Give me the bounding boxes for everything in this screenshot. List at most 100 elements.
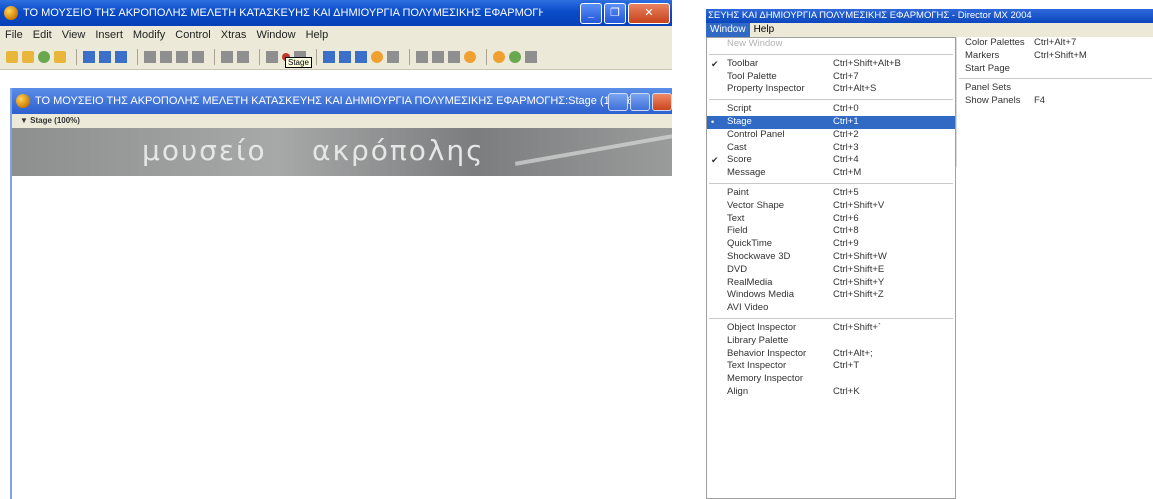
menu-item-shortcut: Ctrl+T (833, 360, 860, 372)
close-icon[interactable]: ✕ (628, 3, 670, 24)
menu-item-text[interactable]: Text Ctrl+6 (707, 213, 955, 226)
menu-item-shortcut: Ctrl+8 (833, 225, 859, 237)
stage-minimize-icon[interactable] (608, 93, 628, 111)
script-icon[interactable] (416, 50, 428, 63)
director-main-window: ΤΟ ΜΟΥΣΕΙΟ ΤΗΣ ΑΚΡΟΠΟΛΗΣ ΜΕΛΕΤΗ ΚΑΤΑΣΚΕΥ… (0, 0, 672, 499)
menu-item-stage[interactable]: • Stage Ctrl+1 (707, 115, 955, 129)
menu-item-shortcut: Ctrl+Alt+S (833, 83, 877, 95)
menu-window[interactable]: Window (706, 23, 750, 37)
menu-insert[interactable]: Insert (90, 29, 128, 41)
menu-item-label: Cast (727, 141, 747, 153)
menu-item-property-inspector[interactable]: Property Inspector Ctrl+Alt+S (707, 83, 955, 96)
menu-help[interactable]: Help (750, 23, 779, 37)
toolbar-separator (409, 48, 410, 65)
stage-panel-tab[interactable]: ▼ Stage (100%) (12, 114, 672, 128)
menu-item-markers[interactable]: Markers Ctrl+Shift+M (957, 50, 1153, 63)
minimize-icon[interactable]: _ (580, 3, 602, 24)
menu-item-message[interactable]: Message Ctrl+M (707, 167, 955, 180)
menu-item-label: Shockwave 3D (727, 250, 791, 262)
message-icon[interactable] (432, 50, 444, 63)
rewind-icon[interactable] (266, 50, 278, 63)
menu-item-panel-sets[interactable]: Panel Sets (957, 82, 1153, 95)
exchange-cast-icon[interactable] (237, 50, 249, 63)
stage-close-icon[interactable] (652, 93, 672, 111)
stage-title-bar[interactable]: ΤΟ ΜΟΥΣΕΙΟ ΤΗΣ ΑΚΡΟΠΟΛΗΣ ΜΕΛΕΤΗ ΚΑΤΑΣΚΕΥ… (12, 88, 672, 114)
property-inspector-icon[interactable] (387, 50, 399, 63)
menu-item-start-page[interactable]: Start Page (957, 63, 1153, 76)
undo-icon[interactable] (144, 50, 156, 63)
new-cast-icon[interactable] (22, 50, 34, 63)
menu-modify[interactable]: Modify (128, 29, 170, 41)
score-window-icon[interactable] (355, 50, 367, 63)
menu-item-vector-shape[interactable]: Vector Shape Ctrl+Shift+V (707, 200, 955, 213)
menu-item-dvd[interactable]: DVD Ctrl+Shift+E (707, 264, 955, 277)
menu-item-tool-palette[interactable]: Tool Palette Ctrl+7 (707, 71, 955, 84)
window-controls: _ ❐ ✕ (580, 3, 670, 24)
menu-help[interactable]: Help (301, 29, 334, 41)
save-icon[interactable] (83, 50, 95, 63)
menu-item-quicktime[interactable]: QuickTime Ctrl+9 (707, 238, 955, 251)
help-icon[interactable] (493, 50, 505, 63)
menu-window[interactable]: Window (251, 29, 300, 41)
menu-item-avi-video[interactable]: AVI Video (707, 302, 955, 315)
menu-item-text-inspector[interactable]: Text Inspector Ctrl+T (707, 360, 955, 373)
open-icon[interactable] (38, 50, 50, 63)
menu-item-library-palette[interactable]: Library Palette (707, 335, 955, 348)
find-icon[interactable] (221, 50, 233, 63)
menu-item-realmedia[interactable]: RealMedia Ctrl+Shift+Y (707, 277, 955, 290)
library-icon[interactable] (371, 50, 383, 63)
menu-edit[interactable]: Edit (28, 29, 57, 41)
tutorial-icon[interactable] (509, 50, 521, 63)
menu-file[interactable]: File (0, 29, 28, 41)
menu-item-control-panel[interactable]: Control Panel Ctrl+2 (707, 129, 955, 142)
stage-tooltip: Stage (285, 57, 312, 68)
save-all-icon[interactable] (99, 50, 111, 63)
banner-word-mouseio: μουσείο (142, 134, 267, 167)
shockwave-icon[interactable] (464, 50, 476, 63)
stage-canvas[interactable] (12, 176, 672, 496)
restore-icon[interactable]: ❐ (604, 3, 626, 24)
menu-item-label: Memory Inspector (727, 373, 804, 385)
menu-item-label: Tool Palette (727, 70, 777, 82)
copy-icon[interactable] (176, 50, 188, 63)
stage-window-icon[interactable] (323, 50, 335, 63)
menu-item-align[interactable]: Align Ctrl+K (707, 386, 955, 399)
menu-separator (709, 182, 953, 184)
menu-item-paint[interactable]: Paint Ctrl+5 (707, 187, 955, 200)
menu-item-object-inspector[interactable]: Object Inspector Ctrl+Shift+` (707, 322, 955, 335)
menu-item-color-palettes[interactable]: Color Palettes Ctrl+Alt+7 (957, 37, 1153, 50)
window-menu-dropdown: New Window ✔ Toolbar Ctrl+Shift+Alt+B Tool P… (706, 37, 956, 499)
menu-item-show-panels[interactable]: Show Panels F4 (957, 95, 1153, 108)
main-title-bar[interactable]: ΤΟ ΜΟΥΣΕΙΟ ΤΗΣ ΑΚΡΟΠΟΛΗΣ ΜΕΛΕΤΗ ΚΑΤΑΣΚΕΥ… (0, 0, 672, 26)
window-title-bar: ΣΕΥΗΣ ΚΑΙ ΔΗΜΙΟΥΡΓΙΑ ΠΟΛΥΜΕΣΙΚΗΣ ΕΦΑΡΜΟΓ… (706, 9, 1153, 23)
menu-item-label: New Window (727, 38, 783, 49)
menu-control[interactable]: Control (170, 29, 215, 41)
menu-item-behavior-inspector[interactable]: Behavior Inspector Ctrl+Alt+; (707, 348, 955, 361)
menu-item-toolbar[interactable]: ✔ Toolbar Ctrl+Shift+Alt+B (707, 58, 955, 71)
menu-item-label: Markers (965, 49, 1000, 61)
import-icon[interactable] (54, 50, 66, 63)
menu-item-shockwave-3d[interactable]: Shockwave 3D Ctrl+Shift+W (707, 251, 955, 264)
menu-item-shortcut: Ctrl+4 (833, 154, 859, 166)
menu-xtras[interactable]: Xtras (216, 29, 252, 41)
cut-icon[interactable] (160, 50, 172, 63)
menu-item-script[interactable]: Script Ctrl+0 (707, 103, 955, 116)
menu-item-shortcut: Ctrl+3 (833, 141, 859, 153)
new-movie-icon[interactable] (6, 50, 18, 63)
text-icon[interactable] (448, 50, 460, 63)
menu-separator (709, 53, 953, 55)
menu-item-shortcut: Ctrl+Shift+Z (833, 289, 884, 301)
cast-window-icon[interactable] (339, 50, 351, 63)
menu-item-score[interactable]: ✔ Score Ctrl+4 (707, 154, 955, 167)
menu-item-memory-inspector[interactable]: Memory Inspector (707, 373, 955, 386)
stage-maximize-icon[interactable] (630, 93, 650, 111)
menu-item-shortcut: Ctrl+Alt+; (833, 347, 873, 359)
menu-item-field[interactable]: Field Ctrl+8 (707, 225, 955, 238)
paste-icon[interactable] (192, 50, 204, 63)
menu-item-windows-media[interactable]: Windows Media Ctrl+Shift+Z (707, 289, 955, 302)
menu-item-label: DVD (727, 263, 748, 275)
macromedia-icon[interactable] (525, 50, 537, 63)
menu-view[interactable]: View (57, 29, 91, 41)
publish-icon[interactable] (115, 50, 127, 63)
menu-item-cast[interactable]: Cast Ctrl+3 (707, 142, 955, 155)
